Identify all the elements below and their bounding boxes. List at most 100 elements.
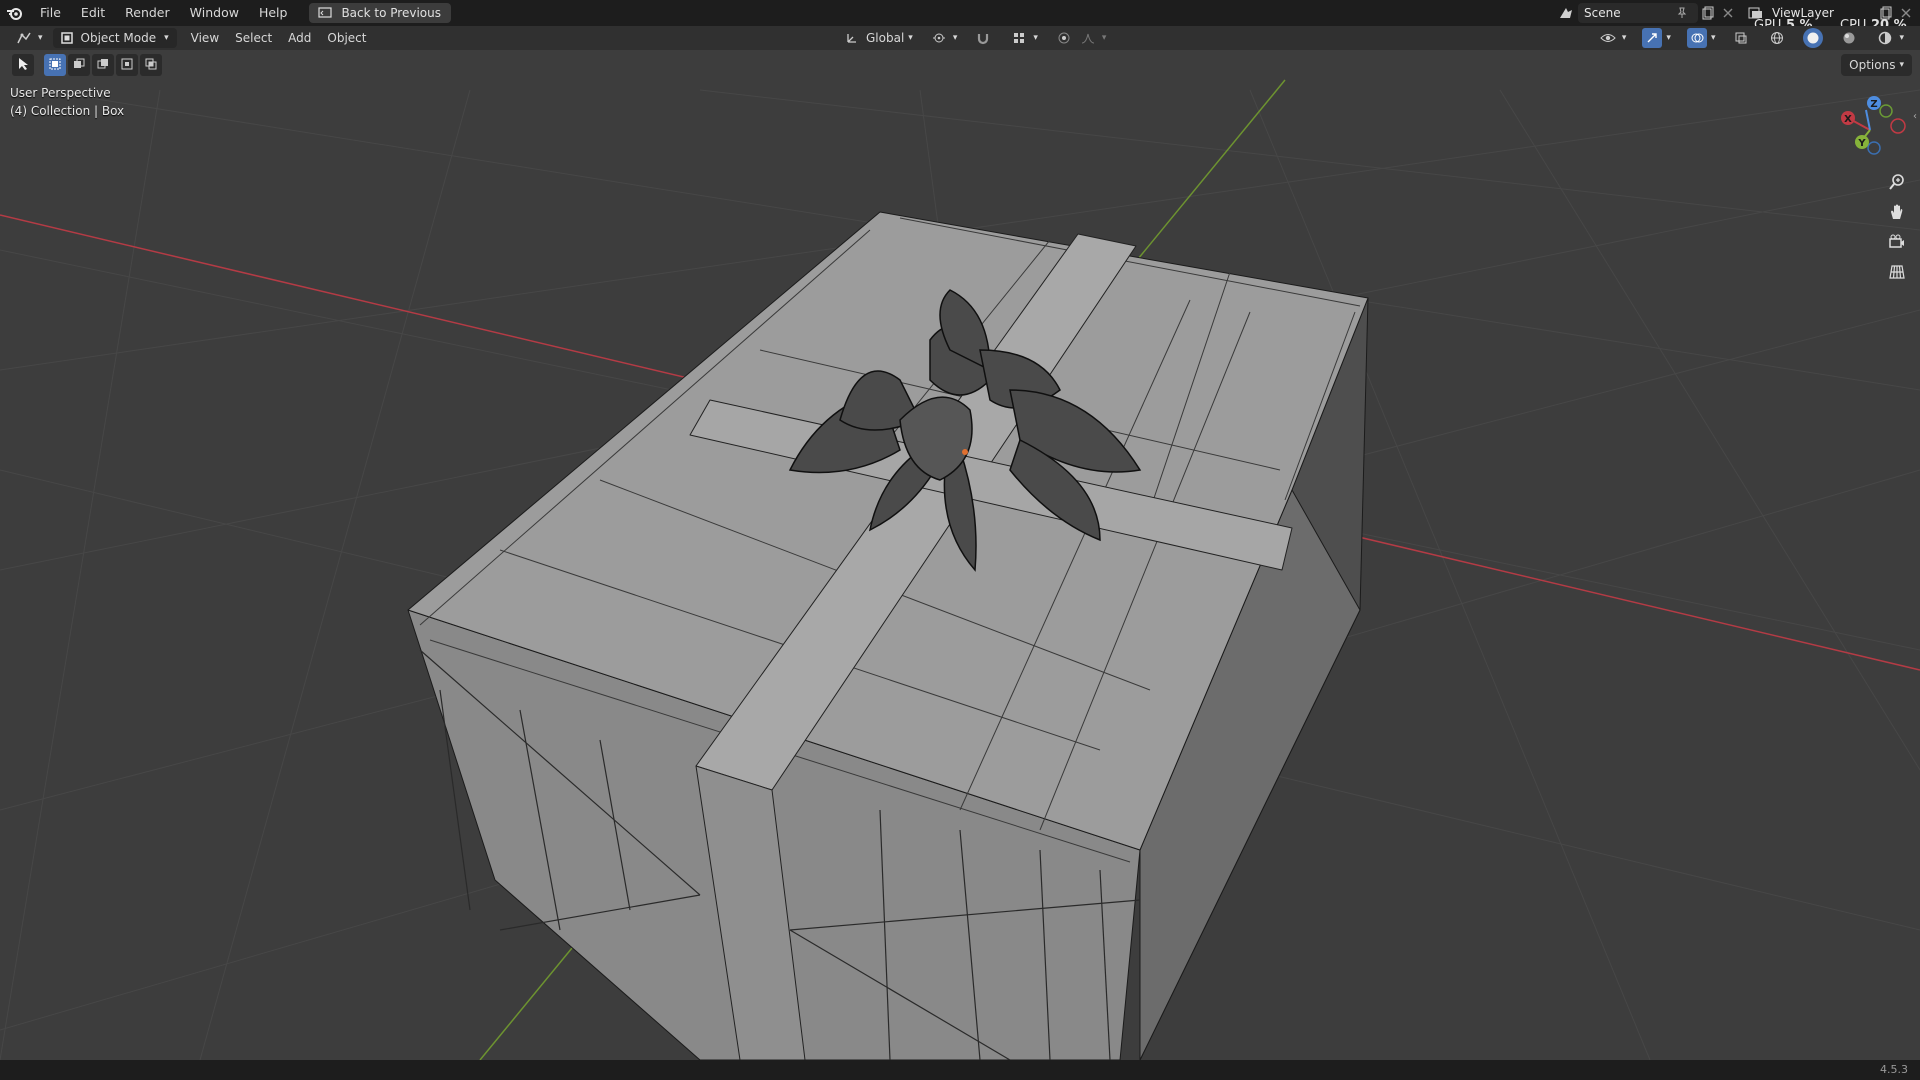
overlays-toggle[interactable]: ▾ [1681,28,1722,48]
gizmo-neg-x[interactable] [1890,118,1906,134]
version-label: 4.5.3 [1880,1063,1908,1076]
menu-file[interactable]: File [30,0,71,26]
view-perspective-label: User Perspective [10,86,111,100]
camera-icon [1888,233,1906,254]
chevron-down-icon: ▾ [1101,33,1107,43]
menu-object[interactable]: Object [321,28,372,48]
zoom-icon [1888,173,1906,194]
scene-browse-icon[interactable] [1556,3,1576,23]
blender-logo-icon[interactable] [0,0,30,26]
menu-add[interactable]: Add [282,28,317,48]
snap-grid-icon [1009,28,1029,48]
3d-viewport[interactable]: User Perspective (4) Collection | Box Op… [0,50,1920,1060]
perspective-toggle-button[interactable] [1884,260,1910,286]
shading-wireframe-button[interactable] [1761,28,1793,48]
falloff-icon [1078,28,1098,48]
options-label: Options [1849,58,1896,72]
xray-toggle[interactable] [1725,28,1757,48]
menu-select[interactable]: Select [229,28,278,48]
origin-marker [962,449,968,455]
subtract-select-icon [97,58,109,73]
gizmo-z-label: Z [1870,99,1877,110]
gizmo-toggle[interactable]: ▾ [1636,28,1677,48]
menu-help[interactable]: Help [249,0,298,26]
transform-orientation-dropdown[interactable]: Global ▾ [836,28,919,48]
select-intersect-button[interactable] [140,54,162,76]
editor-type-button[interactable]: ▾ [8,28,49,48]
chevron-down-icon: ▾ [1710,33,1716,43]
chevron-down-icon: ▾ [908,33,913,43]
shading-solid-button[interactable] [1797,28,1829,48]
scene-field[interactable]: Scene [1578,3,1698,23]
object-mode-dropdown[interactable]: Object Mode ▾ [52,28,177,48]
hand-icon [1888,203,1906,224]
viewport-header: ▾ Object Mode ▾ View Select Add Object G… [0,26,1920,50]
options-dropdown[interactable]: Options ▾ [1841,54,1912,76]
pan-button[interactable] [1884,200,1910,226]
snap-toggle[interactable] [967,28,999,48]
object-mode-icon [57,28,77,48]
gizmo-neg-y[interactable] [1879,104,1893,118]
chevron-down-icon: ▾ [164,33,169,43]
back-to-previous-button[interactable]: Back to Previous [309,3,451,23]
scene-canvas [0,79,1920,1060]
select-invert-button[interactable] [116,54,138,76]
menu-window[interactable]: Window [180,0,249,26]
select-new-button[interactable] [44,54,66,76]
shading-material-button[interactable] [1833,28,1865,48]
viewport-display-tools: ▾ ▾ ▾ ▾ [1592,28,1910,48]
cursor-icon [17,57,29,74]
chevron-down-icon: ▾ [38,33,43,43]
rendered-sphere-icon [1875,28,1895,48]
top-menu-bar: File Edit Render Window Help Back to Pre… [0,0,1920,26]
menu-view[interactable]: View [185,28,225,48]
scene-name: Scene [1584,6,1621,20]
menu-edit[interactable]: Edit [71,0,115,26]
transform-orientation-label: Global [866,31,905,45]
select-extend-button[interactable] [68,54,90,76]
navigation-gizmo[interactable]: X Z Y [1832,90,1912,170]
xray-icon [1731,28,1751,48]
proportional-edit-toggle[interactable]: ▾ [1048,28,1113,48]
editor-type-icon [14,28,34,48]
collection-label: (4) Collection | Box [10,104,125,118]
select-box-icon [49,58,61,73]
chevron-down-icon: ▾ [1899,33,1904,43]
status-bar: 4.5.3 [0,1060,1920,1080]
magnet-icon [973,28,993,48]
eye-icon [1598,28,1618,48]
tool-spacer [36,54,42,76]
camera-view-button[interactable] [1884,230,1910,256]
sidebar-toggle-icon[interactable]: ‹ [1910,106,1920,126]
zoom-button[interactable] [1884,170,1910,196]
shading-rendered-button[interactable]: ▾ [1869,28,1910,48]
chevron-down-icon: ▾ [1621,33,1627,43]
delete-scene-icon[interactable] [1718,3,1738,23]
gift-box-mesh[interactable] [407,211,1369,1060]
gizmo-y-label: Y [1857,138,1866,149]
snap-target-dropdown[interactable]: ▾ [1003,28,1044,48]
select-tool-button[interactable] [12,54,34,76]
orientation-icon [842,28,862,48]
new-scene-icon[interactable] [1698,3,1718,23]
chevron-down-icon: ▾ [1666,33,1671,43]
tool-row [12,54,162,76]
chevron-down-icon: ▾ [1033,33,1038,43]
gizmo-x-label: X [1844,114,1852,125]
chevron-down-icon: ▾ [952,33,958,43]
invert-select-icon [121,58,133,73]
chevron-down-icon: ▾ [1899,60,1904,70]
wireframe-sphere-icon [1767,28,1787,48]
pivot-icon [929,28,949,48]
screen-back-icon [315,3,335,23]
visibility-dropdown[interactable]: ▾ [1592,28,1633,48]
pin-icon[interactable] [1672,3,1692,23]
menu-render[interactable]: Render [115,0,180,26]
extend-select-icon [73,58,85,73]
grid-icon [1888,263,1906,284]
gizmo-neg-z[interactable] [1867,141,1881,155]
solid-sphere-icon [1803,28,1824,48]
pivot-point-dropdown[interactable]: ▾ [923,28,964,48]
select-subtract-button[interactable] [92,54,114,76]
back-to-previous-label: Back to Previous [341,6,441,20]
